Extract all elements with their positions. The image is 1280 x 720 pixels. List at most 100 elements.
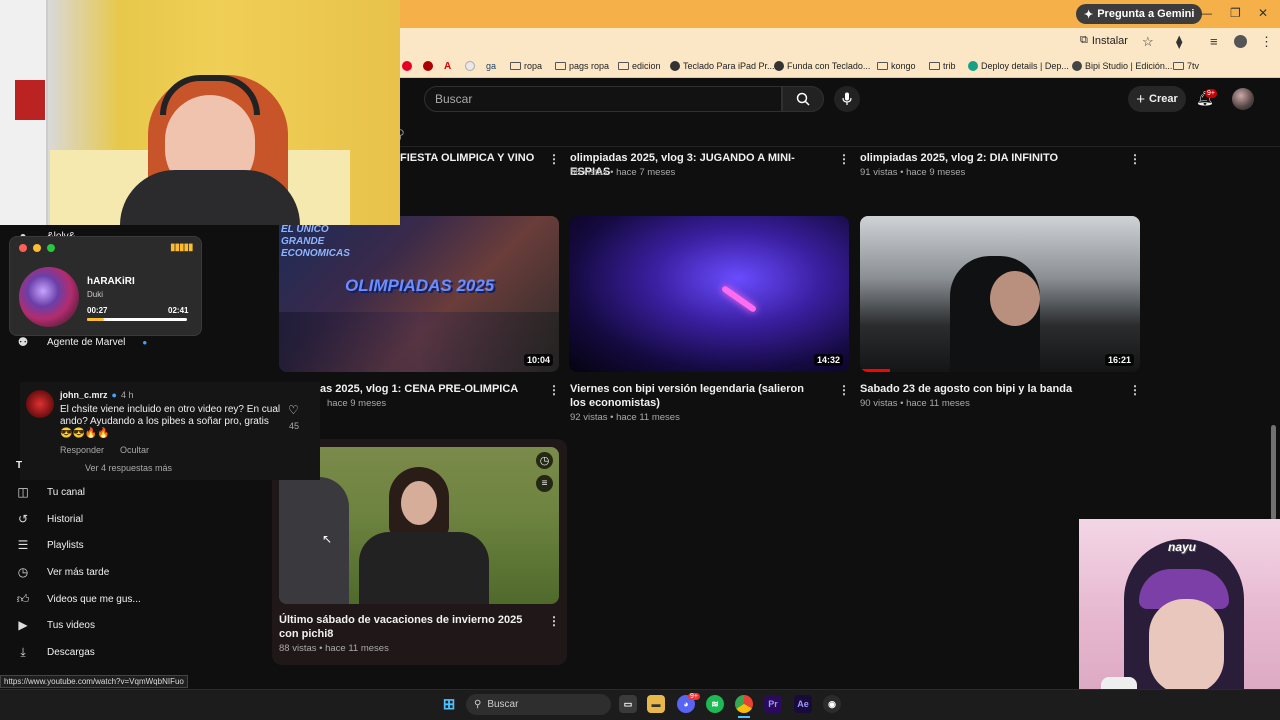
premiere-icon[interactable]: Pr [764,695,782,713]
more-options-icon[interactable]: ⋮ [1129,152,1141,166]
scrollbar[interactable] [1271,425,1276,520]
bookmark-trib[interactable]: trib [929,61,956,71]
search-button[interactable] [782,86,824,112]
file-explorer-icon[interactable]: ▬ [647,695,665,713]
obs-icon[interactable]: ◉ [823,695,841,713]
mouse-cursor-icon: ↖ [322,532,333,546]
extensions-icon[interactable]: ⧫ [1176,34,1182,50]
more-options-icon[interactable]: ⋮ [838,383,850,397]
sidebar-item-liked-videos[interactable]: 👍︎ Videos que me gus... [16,590,141,608]
total-time: 02:41 [168,306,189,315]
bookmark-icon-red[interactable] [423,61,433,71]
sidebar-item-playlists[interactable]: ☰ Playlists [16,536,84,554]
microphone-icon [842,92,852,105]
hide-button[interactable]: Ocultar [120,445,149,455]
bookmark-pags-ropa[interactable]: pags ropa [555,61,609,71]
video-thumbnail[interactable]: ◷ ≡ [279,447,559,604]
more-options-icon[interactable]: ⋮ [838,152,850,166]
more-options-icon[interactable]: ⋮ [548,614,560,628]
folder-icon [618,62,629,70]
shelf-items [15,80,45,120]
bookmark-bipi-studio[interactable]: Bipi Studio | Edición... [1072,61,1172,71]
person-jacket [359,532,489,604]
sidebar-item-your-channel[interactable]: ◫ Tu canal [16,483,85,501]
verified-icon: ● [111,390,117,400]
taskbar-search[interactable]: ⚲ Buscar [466,694,611,715]
search-icon: ⚲ [474,699,482,710]
user-icon: ◫ [17,485,29,499]
bookmark-ropa[interactable]: ropa [510,61,542,71]
minimize-dot-icon[interactable] [33,244,41,252]
bookmark-icon-g[interactable] [465,61,475,71]
maximize-icon[interactable]: ❐ [1230,6,1241,20]
video-title[interactable]: Viernes con bipi versión legendaria (sal… [570,382,820,410]
task-view-icon[interactable]: ▭ [619,695,637,713]
sidebar-item-your-videos[interactable]: ▶ Tus videos [16,616,95,634]
media-icon[interactable]: ≡ [1210,34,1218,49]
track-progress-bar[interactable] [87,318,187,321]
bookmark-7tv[interactable]: 7tv [1173,61,1199,71]
star-icon[interactable]: ☆ [1142,34,1154,50]
channel-avatar-icon: ⚉ [17,335,29,349]
chrome-icon[interactable] [735,695,753,713]
history-icon: ↺ [17,512,29,526]
bookmark-deploy[interactable]: Deploy details | Dep... [968,61,1069,71]
after-effects-icon[interactable]: Ae [794,695,812,713]
voice-search-button[interactable] [834,86,860,112]
bookmark-icon-a[interactable]: A [444,61,451,72]
video-title[interactable]: olimpiadas 2025, vlog 2: DIA INFINITO [860,151,1115,165]
add-to-queue-icon[interactable]: ≡ [536,475,553,492]
create-button[interactable]: + Crear [1128,86,1186,112]
reply-button[interactable]: Responder [60,445,104,455]
video-title[interactable]: FIESTA OLIMPICA Y VINO [400,151,540,165]
pinterest-icon[interactable] [402,61,412,71]
watch-progress-bar [860,369,890,372]
video-thumbnail[interactable]: EL UNICO GRANDE ECONOMICAS OLIMPIADAS 20… [279,216,559,372]
watch-later-icon[interactable]: ◷ [536,452,553,469]
video-title[interactable]: Último sábado de vacaciones de invierno … [279,613,529,641]
bookmark-icon-ga[interactable]: ga [486,61,496,71]
minimize-icon[interactable]: — [1200,6,1212,20]
thumbnail-caption: EL UNICO GRANDE ECONOMICAS [281,224,350,259]
spotify-icon[interactable]: ≋ [706,695,724,713]
bookmark-edicion[interactable]: edicion [618,61,661,71]
video-meta: 88 vistas • hace 11 meses [279,643,389,654]
bookmark-kongo[interactable]: kongo [877,61,916,71]
more-options-icon[interactable]: ⋮ [548,152,560,166]
zoom-dot-icon[interactable] [47,244,55,252]
menu-icon[interactable]: ⋮ [1260,34,1273,50]
sparkle-icon: ✦ [1084,8,1094,21]
video-title[interactable]: Sabado 23 de agosto con bipi y la banda [860,382,1110,396]
video-thumbnail[interactable]: 14:32 [569,216,849,372]
notification-badge: 9+ [1205,89,1217,98]
video-duration: 16:21 [1104,354,1134,366]
install-button[interactable]: ⧉ Instalar [1080,34,1128,47]
status-bar-url: https://www.youtube.com/watch?v=VqmWqbNI… [0,675,188,688]
video-title[interactable]: as 2025, vlog 1: CENA PRE-OLIMPICA [320,382,540,396]
sidebar-item-downloads[interactable]: ⤓ Descargas [16,643,94,661]
clock-icon: ◷ [17,565,29,579]
video-thumbnail[interactable]: 16:21 [860,216,1140,372]
bookmark-funda[interactable]: Funda con Teclado... [774,61,870,71]
more-options-icon[interactable]: ⋮ [1129,383,1141,397]
close-icon[interactable]: ✕ [1258,6,1268,20]
profile-icon[interactable] [1234,35,1247,48]
folder-icon [929,62,940,70]
windows-start-icon[interactable]: ⊞ [440,695,458,713]
taskbar [0,689,1280,720]
sidebar-item-history[interactable]: ↺ Historial [16,510,83,528]
view-replies-button[interactable]: Ver 4 respuestas más [85,463,172,473]
search-input[interactable]: Buscar [424,86,782,112]
like-heart-icon[interactable]: ♡ [288,403,299,417]
more-options-icon[interactable]: ⋮ [548,383,560,397]
comment-author[interactable]: john_c.mrz [60,390,108,400]
sidebar-item-watch-later[interactable]: ◷ Ver más tarde [16,563,110,581]
comment-age: 4 h [120,390,134,400]
close-dot-icon[interactable] [19,244,27,252]
video-meta: 90 vistas • hace 11 meses [860,398,970,409]
album-art [19,267,79,327]
gemini-button[interactable]: ✦ Pregunta a Gemini [1076,4,1203,24]
folder-icon [510,62,521,70]
bookmark-teclado[interactable]: Teclado Para iPad Pr... [670,61,775,71]
avatar[interactable] [1232,88,1254,110]
